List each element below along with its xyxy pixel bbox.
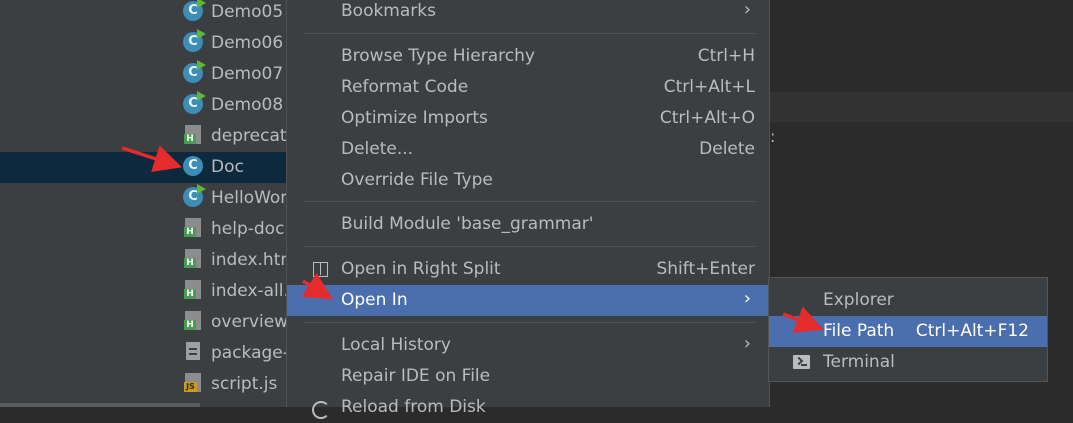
tree-item-index[interactable]: H index.html xyxy=(0,245,300,276)
text-file-icon xyxy=(183,342,205,364)
chevron-right-icon: › xyxy=(743,0,751,20)
java-class-icon: C xyxy=(183,156,205,178)
tree-item-demo07[interactable]: C Demo07 xyxy=(0,59,300,90)
editor-text: : xyxy=(770,127,776,146)
context-menu: Bookmarks › Browse Type Hierarchy Ctrl+H… xyxy=(286,0,770,419)
tree-item-helloworld[interactable]: C HelloWorld xyxy=(0,183,300,214)
submenu-item-terminal[interactable]: Terminal xyxy=(769,347,1047,378)
menu-item-reload-from-disk[interactable]: Reload from Disk xyxy=(287,392,769,423)
html-file-icon: H xyxy=(183,218,205,240)
menu-item-open-in[interactable]: Open In › xyxy=(287,285,769,316)
terminal-icon xyxy=(793,355,810,369)
tree-item-demo08[interactable]: C Demo08 xyxy=(0,90,300,121)
java-class-run-icon: C xyxy=(183,0,206,23)
menu-separator xyxy=(303,246,755,247)
chevron-right-icon: › xyxy=(743,288,751,309)
menu-separator xyxy=(303,33,755,34)
java-class-run-icon: C xyxy=(183,29,206,54)
tree-item-package-list[interactable]: package-list xyxy=(0,338,300,369)
menu-item-browse-type-hierarchy[interactable]: Browse Type Hierarchy Ctrl+H xyxy=(287,41,769,72)
menu-item-build-module[interactable]: Build Module 'base_grammar' xyxy=(287,209,769,240)
tree-item-script-js[interactable]: JS script.js xyxy=(0,369,300,400)
menu-item-bookmarks[interactable]: Bookmarks › xyxy=(287,0,769,27)
html-file-icon: H xyxy=(183,125,205,147)
menu-item-open-in-right-split[interactable]: Open in Right Split Shift+Enter xyxy=(287,254,769,285)
editor-line-highlight xyxy=(760,92,1073,122)
menu-separator xyxy=(303,201,755,202)
java-class-run-icon: C xyxy=(183,91,206,116)
chevron-right-icon: › xyxy=(743,333,751,354)
tree-item-deprecated-list[interactable]: H deprecated-list.html xyxy=(0,121,300,152)
tree-item-overview-tree[interactable]: H overview-tree.html xyxy=(0,307,300,338)
submenu-item-explorer[interactable]: Explorer xyxy=(769,285,1047,316)
tree-item-doc[interactable]: C Doc xyxy=(0,152,300,183)
tree-item-index-all[interactable]: H index-all.html xyxy=(0,276,300,307)
tree-item-demo05[interactable]: C Demo05 xyxy=(0,0,300,28)
reload-icon xyxy=(312,401,330,419)
menu-item-optimize-imports[interactable]: Optimize Imports Ctrl+Alt+O xyxy=(287,103,769,134)
js-file-icon: JS xyxy=(183,373,205,395)
menu-item-reformat-code[interactable]: Reformat Code Ctrl+Alt+L xyxy=(287,72,769,103)
menu-separator xyxy=(303,322,755,323)
menu-item-repair-ide[interactable]: Repair IDE on File xyxy=(287,361,769,392)
horizontal-scrollbar[interactable] xyxy=(0,403,200,407)
project-tree[interactable]: C Demo05 C Demo06 C Demo07 C Demo08 H de… xyxy=(0,0,300,407)
submenu-item-file-path[interactable]: File Path Ctrl+Alt+F12 xyxy=(769,316,1047,347)
tree-item-demo06[interactable]: C Demo06 xyxy=(0,28,300,59)
open-in-submenu: Explorer File Path Ctrl+Alt+F12 Terminal xyxy=(768,277,1048,382)
menu-item-delete[interactable]: Delete... Delete xyxy=(287,134,769,165)
java-class-run-icon: C xyxy=(183,60,206,85)
html-file-icon: H xyxy=(183,249,205,271)
tree-item-help-doc[interactable]: H help-doc.html xyxy=(0,214,300,245)
java-class-run-icon: C xyxy=(183,184,206,209)
menu-item-override-file-type[interactable]: Override File Type xyxy=(287,165,769,196)
html-file-icon: H xyxy=(183,280,205,302)
html-file-icon: H xyxy=(183,311,205,333)
menu-item-local-history[interactable]: Local History › xyxy=(287,330,769,361)
split-view-icon xyxy=(313,262,328,277)
